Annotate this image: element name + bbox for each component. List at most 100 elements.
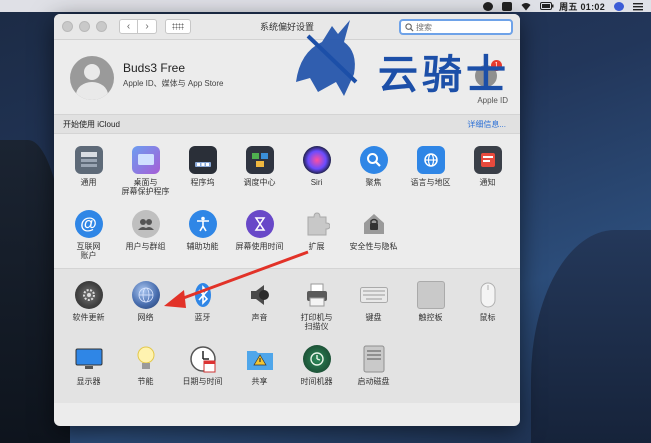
avatar-body-shape [76,82,108,100]
pref-dock[interactable]: 程序坞 [174,140,231,204]
wifi-icon[interactable] [521,2,531,11]
search-input[interactable] [416,22,506,32]
pref-displays[interactable]: 显示器 [60,339,117,403]
users-icon [131,210,160,238]
apple-id-button[interactable]: 1 [470,60,502,92]
icloud-label: 开始使用 iCloud [63,119,120,129]
flag-icon [416,146,445,174]
house-lock-icon [360,210,388,238]
at-sign-icon: @ [74,210,103,238]
status-record-icon[interactable] [483,1,494,11]
battery-icon[interactable] [540,1,554,11]
mouse-icon [474,281,502,309]
magnifier-icon [359,146,388,174]
time-machine-icon [302,345,331,373]
pref-label: 调度中心 [243,178,276,187]
clock-calendar-icon [189,345,217,373]
puzzle-icon [303,210,331,238]
pref-general[interactable]: 通用 [60,140,117,204]
pref-network[interactable]: 网络 [117,275,174,339]
pref-sound[interactable]: 声音 [231,275,288,339]
hard-disk-icon [360,345,388,373]
navigation-buttons: ‹ › [119,19,157,34]
prefs-row-1: 通用 桌面与 屏幕保护程序 程序坞 调度中心 Siri 聚焦 语言与地区 通知 [54,140,520,204]
pref-label: 启动磁盘 [357,377,390,386]
pref-spotlight[interactable]: 聚焦 [345,140,402,204]
keyboard-icon [359,281,388,309]
account-section: Buds3 Free Apple ID、媒体与 App Store 1 Appl… [54,40,520,114]
pref-label: 通用 [80,178,97,187]
dock-icon [188,146,217,174]
forward-button[interactable]: › [138,19,157,34]
pref-date-time[interactable]: 日期与时间 [174,339,231,403]
pref-software-update[interactable]: 软件更新 [60,275,117,339]
accessibility-icon [188,210,217,238]
pref-desktop-screensaver[interactable]: 桌面与 屏幕保护程序 [117,140,174,204]
lightbulb-icon [132,345,160,373]
pref-energy-saver[interactable]: 节能 [117,339,174,403]
pref-screen-time[interactable]: 屏幕使用时间 [231,204,288,268]
trackpad-icon [416,281,445,309]
display-icon [75,345,103,373]
pref-sharing[interactable]: 共享 [231,339,288,403]
prefs-row-4: 显示器 节能 日期与时间 共享 时间机器 启动磁盘 [54,339,520,403]
menubar-clock[interactable]: 周五 01:02 [559,0,605,13]
pref-extensions[interactable]: 扩展 [288,204,345,268]
pref-keyboard[interactable]: 键盘 [345,275,402,339]
pref-bluetooth[interactable]: 蓝牙 [174,275,231,339]
pref-label: 用户与群组 [125,242,166,251]
speaker-icon [246,281,274,309]
zoom-button[interactable] [96,21,107,32]
pref-notifications[interactable]: 通知 [459,140,516,204]
pref-language-region[interactable]: 语言与地区 [402,140,459,204]
input-method-icon[interactable] [502,1,513,11]
pref-label: 鼠标 [479,313,496,322]
close-button[interactable] [62,21,73,32]
pref-security-privacy[interactable]: 安全性与隐私 [345,204,402,268]
back-button[interactable]: ‹ [119,19,138,34]
pref-label: 语言与地区 [410,178,451,187]
pref-label: 共享 [251,377,268,386]
pref-printers-scanners[interactable]: 打印机与 扫描仪 [288,275,345,339]
title-bar: ‹ › 系统偏好设置 [54,14,520,40]
pref-trackpad[interactable]: 触控板 [402,275,459,339]
notification-badge: 1 [491,60,502,71]
control-center-icon[interactable] [633,2,643,11]
pref-label: 辅助功能 [186,242,219,251]
pref-users-groups[interactable]: 用户与群组 [117,204,174,268]
notifications-icon [473,146,502,174]
pref-label: 网络 [137,313,154,322]
pref-accessibility[interactable]: 辅助功能 [174,204,231,268]
window-controls [62,21,107,32]
pref-mission-control[interactable]: 调度中心 [231,140,288,204]
folder-warning-icon [246,345,274,373]
printer-icon [303,281,331,309]
pref-label: 软件更新 [72,313,105,322]
pref-label: 日期与时间 [182,377,223,386]
details-button[interactable]: 详细信息... [467,119,506,130]
pref-startup-disk[interactable]: 启动磁盘 [345,339,402,403]
search-icon [405,22,414,32]
siri-icon [302,146,331,174]
pref-label: 屏幕使用时间 [235,242,284,251]
pref-label: 时间机器 [300,377,333,386]
search-field[interactable] [399,19,513,35]
globe-network-icon [131,281,160,309]
pref-time-machine[interactable]: 时间机器 [288,339,345,403]
siri-menu-icon[interactable] [614,1,624,11]
menu-bar: 周五 01:02 [0,0,651,12]
pref-internet-accounts[interactable]: @ 互联网 账户 [60,204,117,268]
pref-siri[interactable]: Siri [288,140,345,204]
prefs-section-personal: 通用 桌面与 屏幕保护程序 程序坞 调度中心 Siri 聚焦 语言与地区 通知 … [54,134,520,268]
pref-mouse[interactable]: 鼠标 [459,275,516,339]
pref-label: 互联网 账户 [76,242,101,260]
pref-label: 键盘 [365,313,382,322]
show-all-button[interactable] [165,19,191,34]
avatar[interactable] [70,56,114,100]
pref-label: 蓝牙 [194,313,211,322]
pref-label: 扩展 [308,242,325,251]
account-name: Buds3 Free [123,61,186,75]
minimize-button[interactable] [79,21,90,32]
apple-id-label: Apple ID [477,96,508,105]
pref-label: 声音 [251,313,268,322]
